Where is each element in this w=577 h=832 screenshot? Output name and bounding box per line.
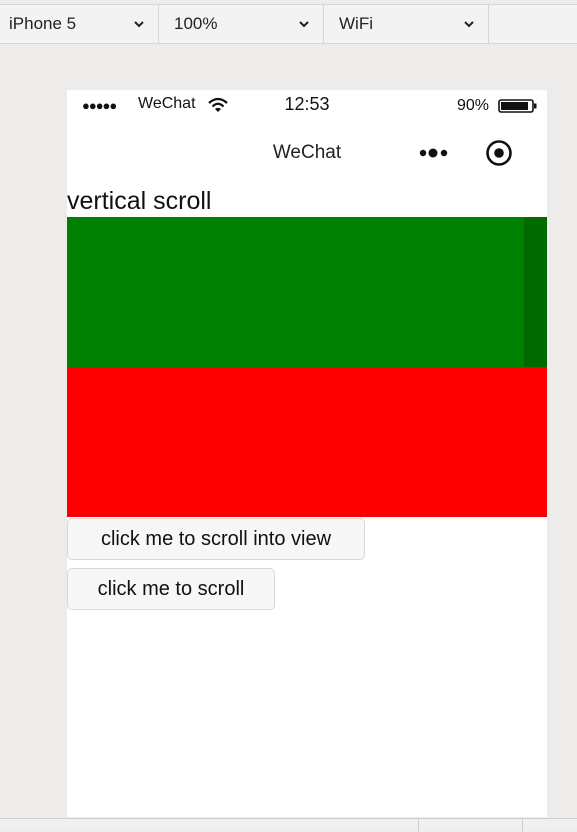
- network-select[interactable]: WiFi: [324, 5, 489, 43]
- section-title: vertical scroll: [67, 187, 212, 215]
- phone-simulator: ●●●●● WeChat 12:53 90% WeChat vertical s…: [67, 90, 547, 817]
- network-select-value: WiFi: [339, 14, 373, 33]
- divider: [522, 819, 523, 832]
- record-icon[interactable]: [485, 139, 513, 167]
- chevron-down-icon: [464, 21, 474, 28]
- scrollbar-thumb[interactable]: [524, 217, 547, 367]
- battery-icon: [498, 99, 537, 113]
- more-icon[interactable]: [418, 146, 452, 160]
- nav-bar: WeChat: [67, 132, 547, 174]
- devtools-bottom-bar: [0, 818, 577, 832]
- chevron-down-icon: [134, 21, 144, 28]
- device-select[interactable]: iPhone 5: [0, 5, 159, 43]
- device-select-value: iPhone 5: [9, 14, 77, 33]
- scroll-item-green: [67, 217, 547, 367]
- battery-percentage: 90%: [457, 97, 490, 114]
- zoom-select-value: 100%: [174, 14, 218, 33]
- scroll-button[interactable]: click me to scroll: [67, 568, 275, 610]
- scroll-into-view-button[interactable]: click me to scroll into view: [67, 518, 365, 560]
- divider: [418, 819, 419, 832]
- devtools-toolbar: iPhone 5 100% WiFi: [0, 4, 577, 44]
- nav-title: WeChat: [272, 142, 342, 163]
- vertical-scroll-view[interactable]: [67, 217, 547, 517]
- scroll-item-red: [67, 367, 547, 517]
- status-bar: ●●●●● WeChat 12:53 90%: [67, 90, 547, 122]
- chevron-down-icon: [299, 21, 309, 28]
- zoom-select[interactable]: 100%: [159, 5, 324, 43]
